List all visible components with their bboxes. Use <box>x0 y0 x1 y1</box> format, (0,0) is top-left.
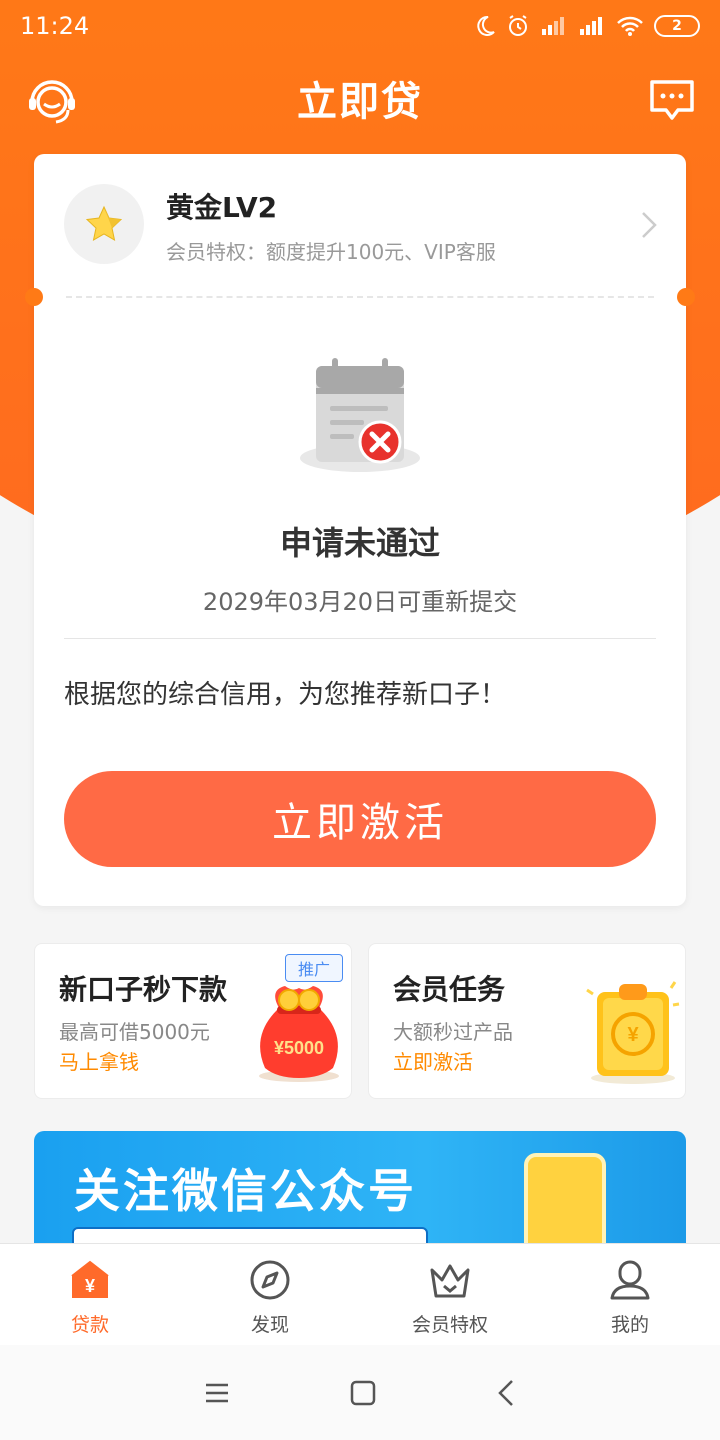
member-benefit: 会员特权：额度提升100元、VIP客服 <box>166 240 496 264</box>
resubmit-date: 2029年03月20日可重新提交 <box>202 588 518 616</box>
promo-title: 会员任务 <box>393 973 506 1006</box>
promo-title: 新口子秒下款 <box>59 973 228 1006</box>
card-notch-left <box>25 288 43 306</box>
member-level: 黄金LV2 <box>166 191 278 224</box>
activate-button[interactable]: 立即激活 <box>64 771 656 867</box>
star-icon <box>85 205 123 241</box>
promo-card-member-task[interactable]: 会员任务 大额秒过产品 立即激活 ¥ <box>368 943 686 1099</box>
crown-icon <box>430 1264 470 1298</box>
promo-link[interactable]: 立即激活 <box>393 1046 473 1075</box>
loan-home-icon: ¥ <box>71 1260 109 1298</box>
bottom-tab-bar: ¥ 贷款 发现 会员特权 我的 <box>0 1243 720 1345</box>
promo-subtitle: 大额秒过产品 <box>393 1020 513 1044</box>
tab-member-privileges[interactable]: 会员特权 <box>360 1244 540 1345</box>
dashed-divider <box>66 296 654 298</box>
ad-tag: 推广 <box>285 954 343 982</box>
tab-label: 我的 <box>610 1314 649 1336</box>
banner-title: 关注微信公众号 <box>74 1164 417 1218</box>
customer-service-icon[interactable] <box>24 72 80 128</box>
system-navigation-bar <box>0 1345 720 1440</box>
status-icons: 2 <box>474 14 700 38</box>
status-time: 11:24 <box>20 12 90 40</box>
signal-icon-2 <box>580 17 602 35</box>
recommend-text: 根据您的综合信用，为您推荐新口子！ <box>64 680 507 710</box>
svg-text:¥: ¥ <box>85 1276 95 1296</box>
tab-label: 会员特权 <box>411 1314 488 1336</box>
app-header: 立即贷 <box>0 60 720 136</box>
signal-icon <box>542 17 564 35</box>
tab-label: 贷款 <box>70 1314 109 1336</box>
tab-label: 发现 <box>250 1314 289 1336</box>
promo-card-new-loan[interactable]: 新口子秒下款 最高可借5000元 马上拿钱 推广 ¥5000 <box>34 943 352 1099</box>
app-title: 立即贷 <box>297 79 423 125</box>
back-icon[interactable] <box>496 1379 516 1407</box>
user-icon <box>610 1260 650 1300</box>
status-bar: 11:24 2 <box>0 0 720 52</box>
menu-icon[interactable] <box>204 1382 230 1404</box>
message-icon[interactable] <box>648 76 696 124</box>
clipboard-icon: ¥ <box>586 981 680 1084</box>
member-badge <box>64 184 144 264</box>
moon-icon <box>477 15 495 36</box>
svg-text:¥: ¥ <box>627 1024 639 1046</box>
rejected-calendar-icon <box>300 358 420 472</box>
chevron-right-icon <box>642 212 657 238</box>
bag-amount: ¥5000 <box>274 1038 324 1058</box>
battery-level: 2 <box>672 18 682 34</box>
promo-subtitle: 最高可借5000元 <box>59 1020 210 1044</box>
loan-status-card: 黄金LV2 会员特权：额度提升100元、VIP客服 申请未通过 2029年03月… <box>25 154 695 906</box>
status-title: 申请未通过 <box>279 524 440 562</box>
tab-discover[interactable]: 发现 <box>180 1244 360 1345</box>
card-notch-right <box>677 288 695 306</box>
member-level-row[interactable]: 黄金LV2 会员特权：额度提升100元、VIP客服 <box>34 154 686 296</box>
wifi-icon <box>617 16 643 36</box>
compass-icon <box>250 1260 290 1300</box>
money-bag-icon: ¥5000 <box>259 986 339 1082</box>
tab-loan[interactable]: ¥ 贷款 <box>0 1244 180 1345</box>
promo-link[interactable]: 马上拿钱 <box>59 1046 139 1075</box>
battery-indicator: 2 <box>654 15 700 37</box>
tab-mine[interactable]: 我的 <box>540 1244 720 1345</box>
home-square-icon[interactable] <box>350 1380 376 1406</box>
divider <box>64 638 656 639</box>
alarm-icon <box>509 15 527 36</box>
